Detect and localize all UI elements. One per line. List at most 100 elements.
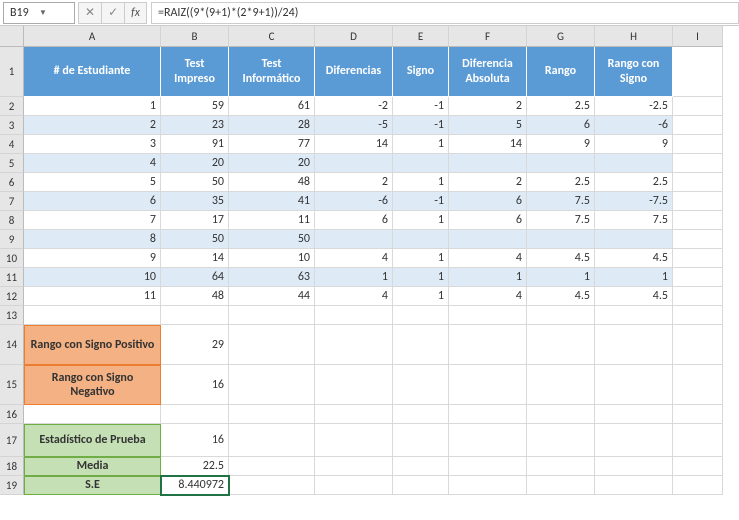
cell[interactable]: 14 [315,135,393,154]
cell[interactable] [393,424,449,457]
cell[interactable] [449,230,527,249]
row-header[interactable]: 5 [0,154,24,173]
cancel-formula-button[interactable]: ✕ [79,3,102,23]
cell[interactable] [527,476,595,495]
cell[interactable]: 6 [24,192,161,211]
cell[interactable] [24,405,161,424]
cell[interactable] [673,457,723,476]
row-header[interactable]: 9 [0,230,24,249]
cell[interactable] [673,192,723,211]
cell[interactable]: 2 [315,173,393,192]
cell[interactable] [449,476,527,495]
cell[interactable] [315,476,393,495]
cell[interactable] [315,405,393,424]
cell[interactable]: -1 [393,192,449,211]
cell[interactable] [595,424,673,457]
col-header[interactable]: E [393,26,449,47]
cell[interactable]: 4 [315,249,393,268]
cell[interactable]: 4 [449,287,527,306]
cell[interactable] [595,325,673,365]
cell[interactable] [449,365,527,405]
row-header[interactable]: 15 [0,365,24,405]
cell[interactable]: 44 [229,287,315,306]
row-header[interactable]: 19 [0,476,24,495]
cell[interactable]: 48 [229,173,315,192]
cell[interactable] [673,154,723,173]
cell[interactable]: 77 [229,135,315,154]
cell[interactable] [595,154,673,173]
col-diferencias[interactable]: Diferencias [315,47,393,97]
cell[interactable] [673,476,723,495]
col-rango[interactable]: Rango [527,47,595,97]
cell[interactable] [393,476,449,495]
cell[interactable]: 63 [229,268,315,287]
row-header[interactable]: 6 [0,173,24,192]
label-rango-negativo[interactable]: Rango con Signo Negativo [24,365,161,405]
cell[interactable] [393,306,449,325]
value-media[interactable]: 22.5 [161,457,229,476]
label-rango-positivo[interactable]: Rango con Signo Positivo [24,325,161,365]
label-se[interactable]: S.E [24,476,161,495]
cell[interactable]: 7.5 [527,211,595,230]
cell[interactable]: 20 [229,154,315,173]
cell[interactable] [229,424,315,457]
label-estadistico[interactable]: Estadístico de Prueba [24,424,161,457]
cell[interactable] [673,268,723,287]
cell[interactable] [449,325,527,365]
cell[interactable] [315,230,393,249]
cell[interactable]: 6 [527,116,595,135]
cell[interactable]: 14 [161,249,229,268]
cell[interactable] [673,365,723,405]
cell[interactable]: 2.5 [527,97,595,116]
cell[interactable]: 10 [229,249,315,268]
formula-input[interactable]: =RAIZ((9*(9+1)*(2*9+1))/24) [151,2,739,24]
cell[interactable]: 4.5 [595,249,673,268]
cell[interactable] [393,154,449,173]
cell[interactable] [527,325,595,365]
row-header[interactable]: 11 [0,268,24,287]
cell[interactable]: 2.5 [527,173,595,192]
cell[interactable]: 7.5 [595,211,673,230]
col-header[interactable]: D [315,26,393,47]
cell[interactable] [161,306,229,325]
cell[interactable] [315,154,393,173]
col-test-informatico[interactable]: Test Informático [229,47,315,97]
cell[interactable]: 1 [393,211,449,230]
cell[interactable] [393,457,449,476]
cell[interactable] [449,306,527,325]
cell[interactable]: 4 [315,287,393,306]
cell[interactable] [527,457,595,476]
row-header[interactable]: 16 [0,405,24,424]
cell[interactable] [229,306,315,325]
cell[interactable]: 4.5 [527,287,595,306]
cell[interactable]: 8 [24,230,161,249]
cell[interactable] [449,457,527,476]
cell[interactable] [673,116,723,135]
cell[interactable] [315,457,393,476]
cell[interactable]: 1 [24,97,161,116]
row-header[interactable]: 12 [0,287,24,306]
cell[interactable]: 9 [24,249,161,268]
cell[interactable]: 1 [393,287,449,306]
cell[interactable] [595,457,673,476]
col-diferencia-absoluta[interactable]: Diferencia Absoluta [449,47,527,97]
cell[interactable] [527,365,595,405]
col-header[interactable]: H [595,26,673,47]
row-header[interactable]: 10 [0,249,24,268]
select-all-corner[interactable] [0,26,24,47]
cell[interactable] [315,365,393,405]
cell[interactable] [673,306,723,325]
cell[interactable] [595,405,673,424]
cell[interactable]: 91 [161,135,229,154]
col-header[interactable]: F [449,26,527,47]
accept-formula-button[interactable]: ✓ [102,3,125,23]
col-signo[interactable]: Signo [393,47,449,97]
cell[interactable] [229,365,315,405]
cell[interactable] [673,325,723,365]
cell[interactable]: 4.5 [527,249,595,268]
cell[interactable]: -5 [315,116,393,135]
cell[interactable]: 20 [161,154,229,173]
cell[interactable]: 2 [449,173,527,192]
cell[interactable]: 2.5 [595,173,673,192]
cell[interactable] [673,211,723,230]
